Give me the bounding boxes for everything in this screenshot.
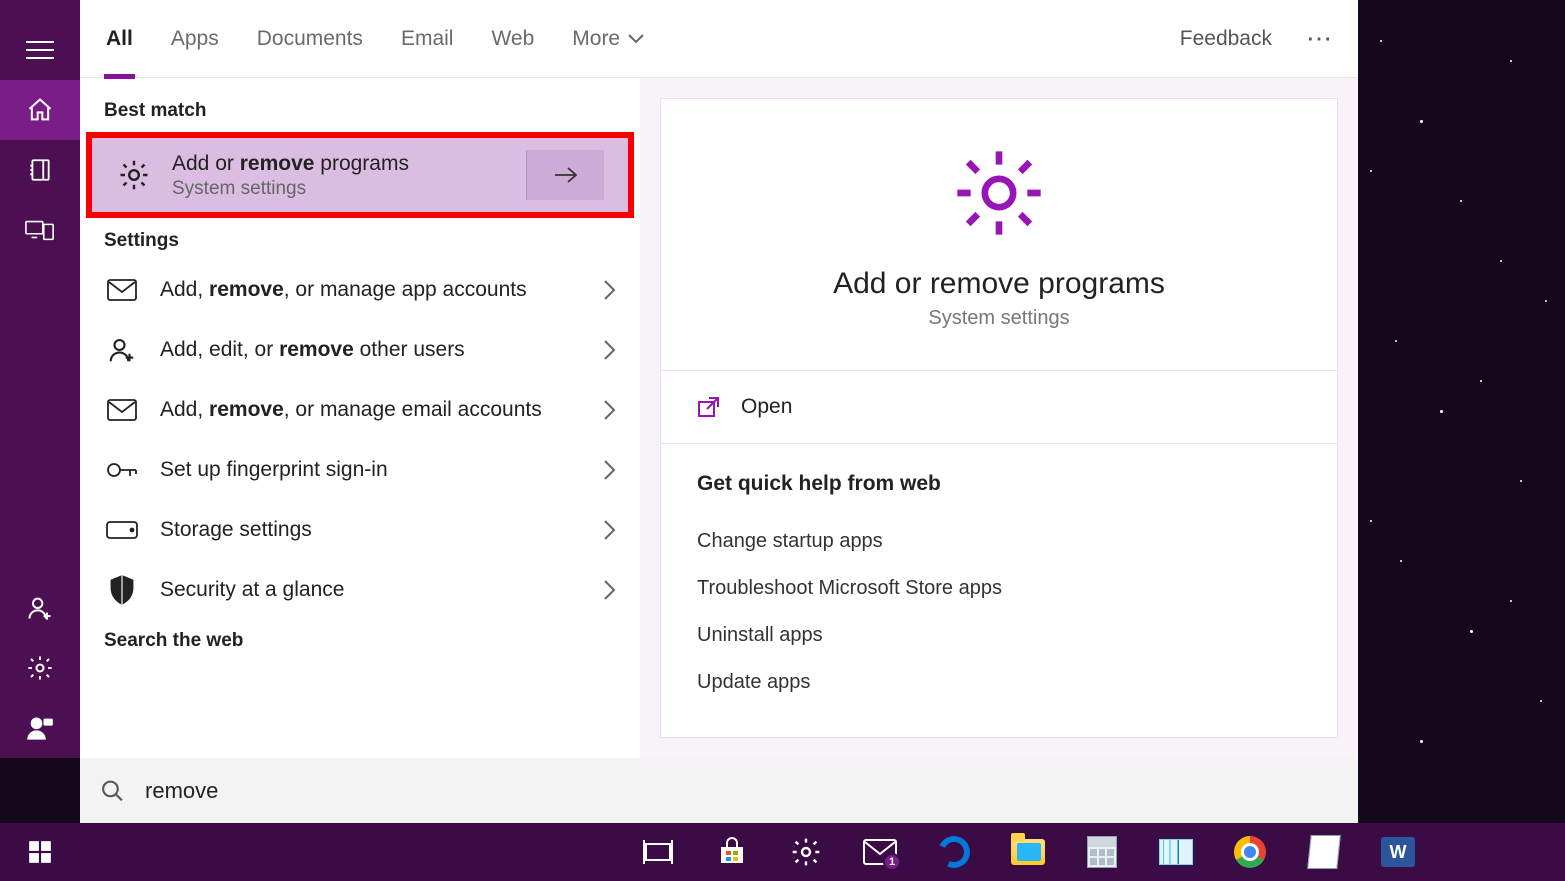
result-subtitle: System settings (172, 178, 506, 200)
mail-icon (104, 392, 140, 428)
start-button[interactable] (0, 823, 80, 881)
tab-web[interactable]: Web (489, 21, 536, 57)
preview-open-action[interactable]: Open (661, 371, 1337, 444)
rail-home-button[interactable] (0, 80, 80, 140)
useradd-icon (104, 332, 140, 368)
settings-result-3[interactable]: Set up fingerprint sign-in (80, 440, 640, 500)
rail-devices-button[interactable] (0, 200, 80, 260)
rail-adduser-button[interactable] (0, 578, 80, 638)
settings-result-0[interactable]: Add, remove, or manage app accounts (80, 260, 640, 320)
feedback-link[interactable]: Feedback (1180, 27, 1272, 51)
rail-profile-button[interactable] (0, 698, 80, 758)
result-title: Add, remove, or manage email accounts (160, 396, 582, 424)
help-link-1[interactable]: Troubleshoot Microsoft Store apps (697, 565, 1301, 612)
edge-browser-icon[interactable] (936, 834, 972, 870)
result-title: Security at a glance (160, 576, 582, 604)
search-input[interactable] (145, 778, 1338, 804)
chevron-right-icon (602, 459, 616, 481)
word-app-icon[interactable]: W (1380, 834, 1416, 870)
mail-badge: 1 (883, 853, 901, 871)
result-title: Add or remove programs (172, 150, 506, 178)
expand-menu-button[interactable] (0, 20, 80, 80)
taskbar-pinned-apps: 1 W (640, 823, 1416, 881)
mail-app-icon[interactable]: 1 (862, 834, 898, 870)
task-view-button[interactable] (640, 834, 676, 870)
open-icon (697, 396, 721, 418)
open-result-arrow-button[interactable] (526, 150, 604, 200)
settings-result-1[interactable]: Add, edit, or remove other users (80, 320, 640, 380)
settings-result-5[interactable]: Security at a glance (80, 560, 640, 620)
section-best-match: Best match (80, 90, 640, 130)
tab-more-label: More (572, 27, 620, 51)
help-link-0[interactable]: Change startup apps (697, 518, 1301, 565)
sticky-notes-icon[interactable] (1306, 834, 1342, 870)
result-title: Add, remove, or manage app accounts (160, 276, 582, 304)
taskbar: 1 W (0, 823, 1565, 881)
help-link-3[interactable]: Update apps (697, 659, 1301, 706)
mail-icon (104, 272, 140, 308)
section-search-web: Search the web (80, 620, 640, 660)
tab-more[interactable]: More (570, 21, 646, 57)
result-preview-pane: Add or remove programs System settings O… (640, 78, 1358, 758)
calculator-icon[interactable] (1084, 834, 1120, 870)
chevron-right-icon (602, 519, 616, 541)
chevron-right-icon (602, 339, 616, 361)
tab-documents[interactable]: Documents (255, 21, 365, 57)
search-filter-tabs: All Apps Documents Email Web More Feedba… (80, 0, 1358, 78)
storage-icon (104, 512, 140, 548)
file-explorer-icon[interactable] (1010, 834, 1046, 870)
chevron-right-icon (602, 279, 616, 301)
settings-app-icon[interactable] (788, 834, 824, 870)
preview-open-label: Open (741, 395, 792, 419)
annotation-highlight-box: Add or remove programs System settings (86, 132, 634, 218)
result-add-remove-programs[interactable]: Add or remove programs System settings (92, 138, 628, 212)
key-icon (104, 452, 140, 488)
preview-hero: Add or remove programs System settings (661, 99, 1337, 371)
search-panel-body: All Apps Documents Email Web More Feedba… (80, 0, 1358, 758)
chrome-browser-icon[interactable] (1232, 834, 1268, 870)
more-options-button[interactable]: ⋯ (1306, 23, 1334, 54)
rail-notebook-button[interactable] (0, 140, 80, 200)
search-side-rail (0, 0, 80, 758)
search-results-list: Best match Add or remove programs System… (80, 78, 640, 758)
gear-icon (116, 157, 152, 193)
rail-settings-button[interactable] (0, 638, 80, 698)
resource-monitor-icon[interactable] (1158, 834, 1194, 870)
tab-all[interactable]: All (104, 21, 135, 57)
preview-subtitle: System settings (928, 307, 1069, 330)
microsoft-store-icon[interactable] (714, 834, 750, 870)
start-search-panel: All Apps Documents Email Web More Feedba… (0, 0, 1358, 758)
gear-icon (949, 143, 1049, 243)
preview-card: Add or remove programs System settings O… (660, 98, 1338, 738)
chevron-right-icon (602, 399, 616, 421)
settings-result-4[interactable]: Storage settings (80, 500, 640, 560)
settings-result-2[interactable]: Add, remove, or manage email accounts (80, 380, 640, 440)
tab-apps[interactable]: Apps (169, 21, 221, 57)
tab-email[interactable]: Email (399, 21, 456, 57)
section-settings: Settings (80, 220, 640, 260)
chevron-down-icon (628, 34, 644, 44)
shield-icon (104, 572, 140, 608)
help-link-2[interactable]: Uninstall apps (697, 612, 1301, 659)
result-title: Add, edit, or remove other users (160, 336, 582, 364)
search-icon (100, 778, 125, 804)
preview-title: Add or remove programs (833, 267, 1165, 301)
result-title: Storage settings (160, 516, 582, 544)
preview-help-header: Get quick help from web (697, 472, 1301, 496)
preview-help-section: Get quick help from web Change startup a… (661, 444, 1337, 706)
chevron-right-icon (602, 579, 616, 601)
result-title: Set up fingerprint sign-in (160, 456, 582, 484)
search-input-bar[interactable] (80, 758, 1358, 823)
